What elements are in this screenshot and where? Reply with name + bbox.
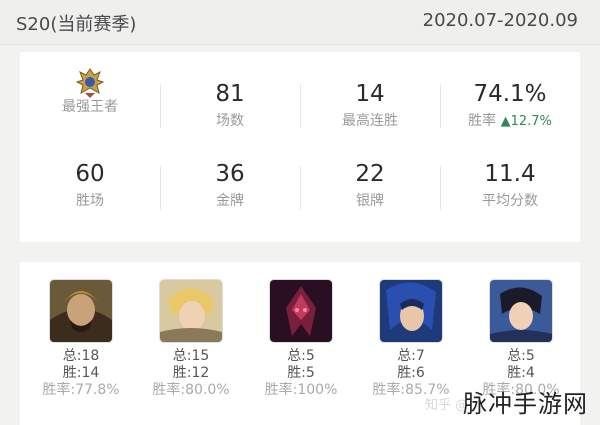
stat-avg-score: 11.4 平均分数: [440, 160, 580, 210]
stat-matches: 81 场数: [160, 80, 300, 130]
hero-win-rate: 胜率:77.8%: [42, 382, 120, 398]
faint-watermark: 知乎 @: [425, 398, 469, 413]
hero-total: 总:5: [507, 348, 535, 364]
stat-avg-score-value: 11.4: [484, 161, 536, 187]
hero-portrait-5[interactable]: [490, 280, 552, 342]
season-title: S20(当前赛季): [16, 14, 137, 35]
stat-avg-score-label: 平均分数: [482, 193, 538, 209]
hero-total: 总:7: [397, 348, 425, 364]
hero-wins: 胜:14: [62, 365, 100, 381]
stat-silver-medals-value: 22: [355, 161, 385, 187]
hero-portrait-4[interactable]: [380, 280, 442, 342]
stat-silver-medals-label: 银牌: [356, 193, 384, 209]
stat-rank-label: 最强王者: [62, 99, 118, 115]
hero-portrait-1[interactable]: [50, 280, 112, 342]
stat-rank: 最强王者: [20, 66, 160, 116]
hero-total: 总:15: [172, 348, 210, 364]
stat-win-streak-value: 14: [355, 81, 385, 107]
hero-win-rate: 胜率:80.0%: [152, 382, 230, 398]
hero-card-2[interactable]: 总:15 胜:12 胜率:80.0%: [136, 280, 246, 399]
stat-silver-medals: 22 银牌: [300, 160, 440, 210]
stat-matches-value: 81: [215, 81, 245, 107]
hero-card-3[interactable]: 总:5 胜:5 胜率:100%: [246, 280, 356, 399]
stat-win-streak-label: 最高连胜: [342, 113, 398, 129]
stat-win-rate-value: 74.1%: [473, 81, 547, 107]
hero-total: 总:5: [287, 348, 315, 364]
site-watermark: 脉冲手游网: [463, 390, 588, 418]
hero-wins: 胜:6: [397, 365, 425, 381]
hero-total: 总:18: [62, 348, 100, 364]
stat-wins-value: 60: [75, 161, 105, 187]
hero-wins: 胜:4: [507, 365, 535, 381]
hero-card-1[interactable]: 总:18 胜:14 胜率:77.8%: [26, 280, 136, 399]
stat-win-rate: 74.1% 胜率 ▲12.7%: [440, 80, 580, 130]
hero-card-5[interactable]: 总:5 胜:4 胜率:80.0%: [466, 280, 576, 399]
stat-wins-label: 胜场: [76, 193, 104, 209]
stats-card: 最强王者 81 场数 14 最高连胜 74.1% 胜率 ▲12.7% 60 胜场…: [20, 52, 580, 242]
win-rate-delta: ▲12.7%: [500, 114, 552, 129]
stat-gold-medals-label: 金牌: [216, 193, 244, 209]
stat-gold-medals: 36 金牌: [160, 160, 300, 210]
hero-win-rate: 胜率:100%: [264, 382, 338, 398]
rank-badge-icon: [75, 68, 105, 98]
stat-win-streak: 14 最高连胜: [300, 80, 440, 130]
stat-matches-label: 场数: [216, 113, 244, 129]
hero-wins: 胜:5: [287, 365, 315, 381]
season-date-range: 2020.07-2020.09: [422, 10, 578, 31]
hero-portrait-3[interactable]: [270, 280, 332, 342]
stat-gold-medals-value: 36: [215, 161, 245, 187]
stat-win-rate-label: 胜率: [468, 113, 497, 129]
stat-wins: 60 胜场: [20, 160, 160, 210]
hero-portrait-2[interactable]: [160, 280, 222, 342]
hero-card-4[interactable]: 总:7 胜:6 胜率:85.7%: [356, 280, 466, 399]
hero-wins: 胜:12: [172, 365, 210, 381]
season-header: S20(当前赛季) 2020.07-2020.09: [0, 0, 600, 45]
